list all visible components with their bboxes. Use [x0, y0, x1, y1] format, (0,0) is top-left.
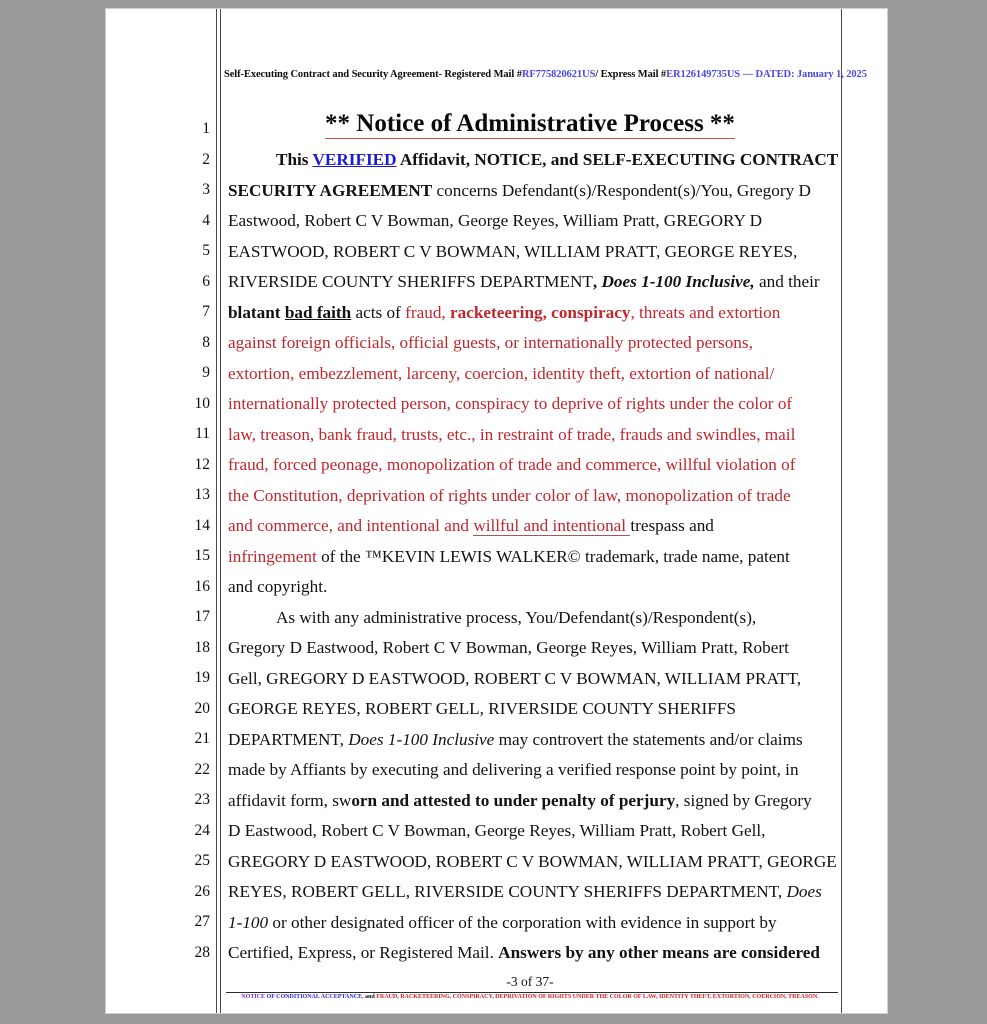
line-number: 8	[202, 334, 210, 351]
line-number: 21	[194, 730, 211, 747]
body-line-24: D Eastwood, Robert C V Bowman, George Re…	[228, 821, 766, 840]
line-number: 11	[195, 425, 210, 442]
document-running-header: Self-Executing Contract and Security Agr…	[224, 69, 867, 80]
body-line-19: Gell, GREGORY D EASTWOOD, ROBERT C V BOW…	[228, 669, 801, 688]
document-body: Self-Executing Contract and Security Agr…	[224, 9, 867, 1013]
line-number: 25	[194, 852, 211, 869]
line-number-gutter: 1 2 3 4 5 6 7 8 9 10 11 12 13 14 15 16 1…	[106, 9, 211, 1013]
body-line-21: DEPARTMENT, Does 1-100 Inclusive may con…	[228, 730, 803, 749]
page-title-text: ** Notice of Administrative Process **	[325, 110, 735, 139]
footer-and-word: and	[363, 994, 377, 1000]
page-title: ** Notice of Administrative Process **	[224, 110, 836, 139]
line-number: 23	[194, 791, 211, 808]
body-line-22: made by Affiants by executing and delive…	[228, 760, 799, 779]
body-line-3: SECURITY AGREEMENT concerns Defendant(s)…	[228, 181, 811, 200]
line-number: 24	[194, 822, 211, 839]
line-number: 3	[202, 181, 210, 198]
body-line-13: the Constitution, deprivation of rights …	[228, 486, 791, 505]
body-line-20: GEORGE REYES, ROBERT GELL, RIVERSIDE COU…	[228, 699, 736, 718]
page-number-footer: -3 of 37-	[506, 974, 554, 989]
registered-mail-number: RF775820621US	[521, 69, 596, 80]
body-line-6: RIVERSIDE COUNTY SHERIFFS DEPARTMENT, Do…	[228, 272, 820, 291]
line-number: 17	[194, 608, 211, 625]
body-line-8: against foreign officials, official gues…	[228, 333, 753, 352]
body-line-9: extortion, embezzlement, larceny, coerci…	[228, 364, 775, 383]
header-middle-text: / Express Mail #	[595, 69, 667, 80]
footer-notice-word: NOTICE	[241, 994, 266, 1000]
line-number: 15	[194, 547, 211, 564]
header-dated-text: — DATED: January 1, 2025	[740, 69, 867, 80]
body-line-10: internationally protected person, conspi…	[228, 394, 793, 413]
line-number: 26	[194, 883, 211, 900]
line-number: 6	[202, 273, 210, 290]
line-number: 14	[194, 517, 211, 534]
line-number: 22	[194, 761, 211, 778]
left-margin-rule-outer	[216, 9, 217, 1013]
line-number: 13	[194, 486, 211, 503]
body-line-7: blatant bad faith acts of fraud, rackete…	[228, 303, 781, 322]
body-line-12: fraud, forced peonage, monopolization of…	[228, 455, 796, 474]
body-line-25: GREGORY D EASTWOOD, ROBERT C V BOWMAN, W…	[228, 852, 837, 871]
body-line-18: Gregory D Eastwood, Robert C V Bowman, G…	[228, 638, 789, 657]
document-page: 1 2 3 4 5 6 7 8 9 10 11 12 13 14 15 16 1…	[105, 8, 888, 1014]
left-margin-rule-inner	[220, 9, 221, 1013]
body-line-23: affidavit form, sworn and attested to un…	[228, 791, 812, 810]
body-line-15: infringement of the ™KEVIN LEWIS WALKER©…	[228, 547, 790, 566]
body-line-5: EASTWOOD, ROBERT C V BOWMAN, WILLIAM PRA…	[228, 242, 798, 261]
footer-offense-list: FRAUD, RACKETEERING, CONSPIRACY, DEPRIVA…	[376, 994, 819, 1000]
footer-conditional-acceptance: OF CONDITIONAL ACCEPTANCE,	[265, 994, 364, 1000]
line-number: 7	[202, 303, 210, 320]
line-number: 5	[202, 242, 210, 259]
line-number: 2	[202, 151, 210, 168]
body-line-27: 1-100 or other designated officer of the…	[228, 913, 777, 932]
body-line-2: This VERIFIED Affidavit, NOTICE, and SEL…	[276, 150, 839, 169]
footer-notice-banner: NOTICE OF CONDITIONAL ACCEPTANCE, and FR…	[224, 994, 836, 1000]
line-number: 28	[194, 944, 211, 961]
body-line-26: REYES, ROBERT GELL, RIVERSIDE COUNTY SHE…	[228, 882, 822, 901]
body-line-11: law, treason, bank fraud, trusts, etc., …	[228, 425, 796, 444]
body-line-4: Eastwood, Robert C V Bowman, George Reye…	[228, 211, 762, 230]
header-prefix-text: Self-Executing Contract and Security Agr…	[224, 69, 522, 80]
line-number: 10	[194, 395, 211, 412]
line-number: 16	[194, 578, 211, 595]
footer-divider	[226, 992, 838, 993]
line-number: 9	[202, 364, 210, 381]
line-number: 18	[194, 639, 211, 656]
line-number: 12	[194, 456, 211, 473]
line-number: 20	[194, 700, 211, 717]
body-line-28: Certified, Express, or Registered Mail. …	[228, 943, 820, 962]
express-mail-number: ER126149735US	[666, 69, 741, 80]
line-number: 19	[194, 669, 211, 686]
line-number: 27	[194, 913, 211, 930]
body-line-17: As with any administrative process, You/…	[276, 608, 757, 627]
line-number: 4	[202, 212, 210, 229]
line-number: 1	[202, 120, 210, 137]
body-line-14: and commerce, and intentional and willfu…	[228, 516, 714, 536]
body-line-16: and copyright.	[228, 577, 328, 596]
